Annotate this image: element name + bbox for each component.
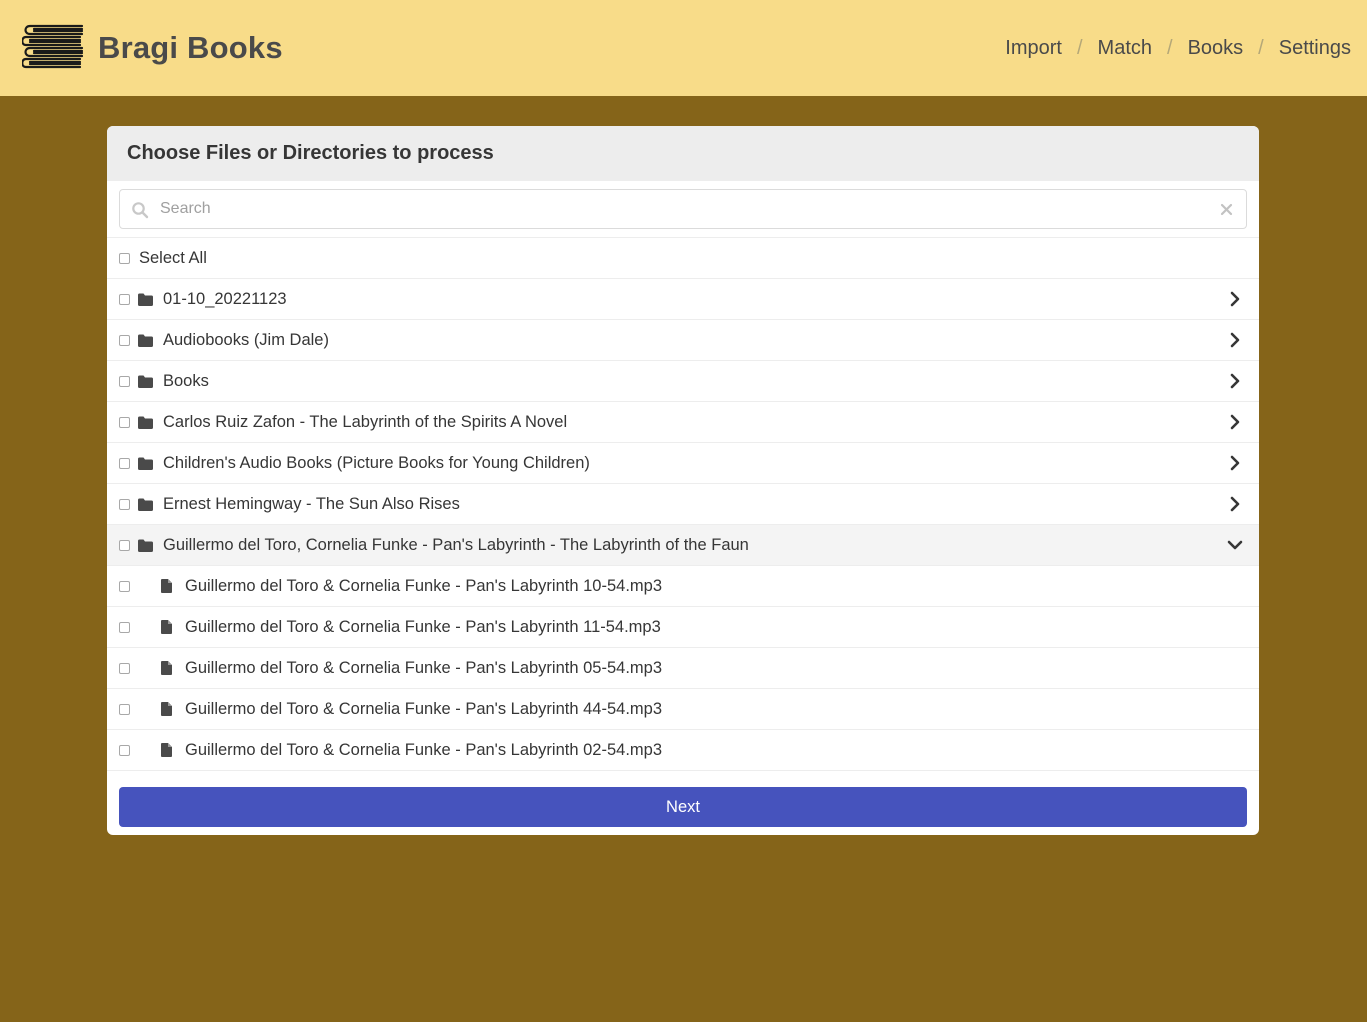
search-box	[119, 189, 1247, 229]
chevron-right-icon[interactable]	[1227, 414, 1243, 430]
select-all-checkbox[interactable]	[119, 252, 130, 264]
folder-row[interactable]: Children's Audio Books (Picture Books fo…	[107, 443, 1259, 484]
folder-row[interactable]: Ernest Hemingway - The Sun Also Rises	[107, 484, 1259, 525]
nav-separator: /	[1167, 36, 1173, 59]
folder-checkbox[interactable]	[119, 416, 130, 428]
file-icon	[161, 743, 172, 757]
folder-row[interactable]: 01-10_20221123	[107, 279, 1259, 320]
chevron-down-icon[interactable]	[1227, 537, 1243, 553]
folder-row[interactable]: Books	[107, 361, 1259, 402]
file-icon	[161, 702, 172, 716]
folder-name: Books	[163, 371, 209, 390]
folder-icon	[138, 293, 153, 306]
file-checkbox[interactable]	[119, 580, 130, 592]
file-checkbox[interactable]	[119, 744, 130, 756]
search-icon	[132, 202, 149, 219]
folder-icon	[138, 457, 153, 470]
search-input[interactable]	[120, 190, 1246, 228]
file-icon	[161, 579, 172, 593]
folder-checkbox[interactable]	[119, 293, 130, 305]
file-row[interactable]: Guillermo del Toro & Cornelia Funke - Pa…	[107, 648, 1259, 689]
navbar: Bragi Books Import / Match / Books / Set…	[0, 0, 1367, 96]
file-row[interactable]: Guillermo del Toro & Cornelia Funke - Pa…	[107, 607, 1259, 648]
select-all-row[interactable]: Select All	[107, 238, 1259, 279]
main-nav: Import / Match / Books / Settings	[1005, 37, 1351, 60]
file-name: Guillermo del Toro & Cornelia Funke - Pa…	[185, 740, 663, 759]
nav-settings[interactable]: Settings	[1279, 37, 1351, 60]
file-row[interactable]: Guillermo del Toro & Cornelia Funke - Pa…	[107, 566, 1259, 607]
brand[interactable]: Bragi Books	[22, 23, 283, 73]
chevron-right-icon[interactable]	[1227, 291, 1243, 307]
nav-separator: /	[1258, 36, 1264, 59]
nav-books[interactable]: Books	[1188, 37, 1244, 60]
file-checkbox[interactable]	[119, 621, 130, 633]
folder-checkbox[interactable]	[119, 539, 130, 551]
file-name: Guillermo del Toro & Cornelia Funke - Pa…	[185, 617, 661, 636]
folder-icon	[138, 334, 153, 347]
folder-row-expanded[interactable]: Guillermo del Toro, Cornelia Funke - Pan…	[107, 525, 1259, 566]
folder-name: Carlos Ruiz Zafon - The Labyrinth of the…	[163, 412, 568, 431]
chevron-right-icon[interactable]	[1227, 455, 1243, 471]
folder-name: Ernest Hemingway - The Sun Also Rises	[163, 494, 460, 513]
stacked-books-icon	[22, 24, 84, 69]
file-icon	[161, 620, 172, 634]
folder-checkbox[interactable]	[119, 334, 130, 346]
file-name: Guillermo del Toro & Cornelia Funke - Pa…	[185, 658, 663, 677]
folder-name: Guillermo del Toro, Cornelia Funke - Pan…	[163, 535, 749, 554]
folder-row[interactable]: Audiobooks (Jim Dale)	[107, 320, 1259, 361]
panel-footer: Next	[107, 771, 1259, 835]
file-name: Guillermo del Toro & Cornelia Funke - Pa…	[185, 576, 663, 595]
nav-separator: /	[1076, 36, 1083, 59]
file-chooser-panel: Choose Files or Directories to process S…	[107, 126, 1259, 835]
app-title: Bragi Books	[98, 30, 283, 65]
select-all-label: Select All	[139, 248, 207, 267]
file-icon	[161, 661, 172, 675]
folder-icon	[138, 416, 153, 429]
folder-name: Audiobooks (Jim Dale)	[163, 330, 329, 349]
folder-checkbox[interactable]	[119, 375, 130, 387]
folder-icon	[138, 498, 153, 511]
close-icon[interactable]	[1219, 202, 1234, 217]
nav-match[interactable]: Match	[1098, 37, 1152, 60]
file-checkbox[interactable]	[119, 662, 130, 674]
chevron-right-icon[interactable]	[1227, 373, 1243, 389]
folder-name: Children's Audio Books (Picture Books fo…	[163, 453, 590, 472]
folder-checkbox[interactable]	[119, 457, 130, 469]
file-checkbox[interactable]	[119, 703, 130, 715]
folder-icon	[138, 539, 153, 552]
folder-icon	[138, 375, 153, 388]
search-block	[107, 181, 1259, 238]
file-name: Guillermo del Toro & Cornelia Funke - Pa…	[185, 699, 663, 718]
panel-heading: Choose Files or Directories to process	[107, 126, 1259, 181]
nav-import[interactable]: Import	[1005, 37, 1062, 60]
next-button[interactable]: Next	[119, 787, 1247, 827]
chevron-right-icon[interactable]	[1227, 332, 1243, 348]
file-row[interactable]: Guillermo del Toro & Cornelia Funke - Pa…	[107, 730, 1259, 771]
folder-row[interactable]: Carlos Ruiz Zafon - The Labyrinth of the…	[107, 402, 1259, 443]
file-row[interactable]: Guillermo del Toro & Cornelia Funke - Pa…	[107, 689, 1259, 730]
folder-name: 01-10_20221123	[163, 289, 287, 308]
chevron-right-icon[interactable]	[1227, 496, 1243, 512]
folder-checkbox[interactable]	[119, 498, 130, 510]
